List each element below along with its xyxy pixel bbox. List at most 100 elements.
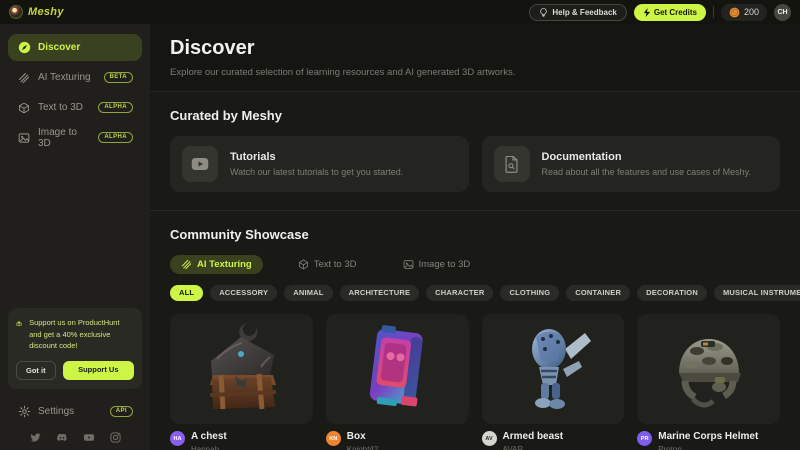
api-badge: API [110, 406, 133, 417]
artwork-armed-beast-image [482, 314, 625, 424]
sidebar-item-label: AI Texturing [38, 72, 91, 83]
sidebar: Discover AI Texturing BETA Text to 3D AL… [0, 24, 150, 450]
main-content: Discover Explore our curated selection o… [150, 24, 800, 450]
showcase-item-armed-beast[interactable]: AV Armed beast AVAR [482, 314, 625, 450]
artwork-author: Proton [658, 445, 758, 450]
artwork-helmet-image [637, 314, 780, 424]
filter-container[interactable]: CONTAINER [566, 285, 630, 301]
showcase-tabs: AI Texturing Text to 3D Image to 3D [170, 255, 780, 274]
artwork-author: Hannah [191, 445, 227, 450]
discord-icon[interactable] [56, 432, 68, 443]
author-avatar[interactable]: AV [482, 431, 497, 446]
artwork-author: AVAR [503, 445, 564, 450]
texture-brush-icon [17, 71, 31, 85]
page-header: Discover Explore our curated selection o… [150, 24, 800, 92]
curated-section: Curated by Meshy Tutorials Watch our lat… [150, 92, 800, 192]
credits-balance[interactable]: 200 [721, 4, 767, 21]
play-icon [182, 146, 218, 182]
got-it-button[interactable]: Got it [16, 361, 56, 380]
filter-character[interactable]: CHARACTER [426, 285, 493, 301]
gift-icon [16, 317, 22, 330]
alpha-badge: ALPHA [98, 102, 133, 113]
alpha-badge: ALPHA [98, 132, 133, 143]
documentation-card[interactable]: Documentation Read about all the feature… [482, 136, 781, 192]
credits-count: 200 [744, 7, 759, 17]
artwork-author: Knight42 [347, 445, 379, 450]
artwork-title: Box [347, 431, 379, 443]
promo-text: Support us on ProductHunt and get a 40% … [29, 317, 134, 352]
lightbulb-icon [539, 8, 548, 17]
sidebar-item-text-to-3d[interactable]: Text to 3D ALPHA [8, 94, 142, 121]
artwork-title: Armed beast [503, 431, 564, 443]
coin-icon [729, 7, 740, 18]
cube-icon [17, 101, 31, 115]
filter-architecture[interactable]: ARCHITECTURE [340, 285, 420, 301]
tab-label: Text to 3D [314, 259, 357, 270]
topbar-divider [713, 6, 714, 18]
sidebar-item-ai-texturing[interactable]: AI Texturing BETA [8, 64, 142, 91]
showcase-section: Community Showcase AI Texturing Text to … [150, 210, 800, 450]
meshy-logo-icon [9, 5, 23, 19]
filter-decoration[interactable]: DECORATION [637, 285, 707, 301]
tab-label: Image to 3D [419, 259, 471, 270]
sidebar-item-label: Discover [38, 42, 80, 53]
tutorials-card[interactable]: Tutorials Watch our latest tutorials to … [170, 136, 469, 192]
author-avatar[interactable]: HA [170, 431, 185, 446]
tab-ai-texturing[interactable]: AI Texturing [170, 255, 263, 274]
artwork-chest-image [170, 314, 313, 424]
sidebar-item-label: Text to 3D [38, 102, 83, 113]
tab-image-to-3d[interactable]: Image to 3D [392, 255, 482, 274]
page-title: Discover [170, 37, 780, 60]
showcase-heading: Community Showcase [170, 227, 780, 242]
filter-animal[interactable]: ANIMAL [284, 285, 332, 301]
top-bar: Meshy Help & Feedback Get Credits 200 CH [0, 0, 800, 24]
help-feedback-button[interactable]: Help & Feedback [529, 4, 626, 21]
image-icon [17, 131, 31, 145]
filter-musical-instrument[interactable]: MUSICAL INSTRUMENT [714, 285, 800, 301]
showcase-item-box[interactable]: KN Box Knight42 [326, 314, 469, 450]
showcase-item-chest[interactable]: HA A chest Hannah [170, 314, 313, 450]
tab-text-to-3d[interactable]: Text to 3D [287, 255, 368, 274]
filter-all[interactable]: ALL [170, 285, 203, 301]
support-us-button[interactable]: Support Us [63, 361, 134, 380]
beta-badge: BETA [104, 72, 134, 83]
category-filters: ALL ACCESSORY ANIMAL ARCHITECTURE CHARAC… [170, 285, 780, 301]
artwork-title: Marine Corps Helmet [658, 431, 758, 443]
gear-icon [17, 404, 31, 418]
texture-brush-icon [181, 259, 192, 270]
showcase-item-helmet[interactable]: PR Marine Corps Helmet Proton [637, 314, 780, 450]
settings-label: Settings [38, 406, 74, 417]
brand-name: Meshy [28, 6, 64, 18]
filter-clothing[interactable]: CLOTHING [500, 285, 559, 301]
instagram-icon[interactable] [110, 432, 121, 443]
showcase-grid: HA A chest Hannah [170, 314, 780, 450]
documentation-description: Read about all the features and use case… [542, 167, 751, 177]
document-icon [494, 146, 530, 182]
compass-icon [17, 41, 31, 55]
sidebar-item-discover[interactable]: Discover [8, 34, 142, 61]
brand[interactable]: Meshy [9, 5, 64, 19]
curated-heading: Curated by Meshy [170, 108, 780, 123]
help-feedback-label: Help & Feedback [552, 8, 616, 17]
support-promo-card: Support us on ProductHunt and get a 40% … [8, 308, 142, 389]
social-links [8, 425, 142, 446]
author-avatar[interactable]: PR [637, 431, 652, 446]
filter-accessory[interactable]: ACCESSORY [210, 285, 277, 301]
sidebar-item-settings[interactable]: Settings API [8, 397, 142, 425]
artwork-title: A chest [191, 431, 227, 443]
tab-label: AI Texturing [197, 259, 252, 270]
artwork-box-image [326, 314, 469, 424]
image-icon [403, 259, 414, 270]
author-avatar[interactable]: KN [326, 431, 341, 446]
twitter-icon[interactable] [30, 432, 41, 443]
documentation-title: Documentation [542, 151, 751, 163]
user-avatar[interactable]: CH [774, 4, 791, 21]
sidebar-item-label: Image to 3D [38, 127, 91, 149]
youtube-icon[interactable] [83, 432, 95, 443]
page-subtitle: Explore our curated selection of learnin… [170, 67, 780, 78]
cube-icon [298, 259, 309, 270]
tutorials-title: Tutorials [230, 151, 403, 163]
sidebar-item-image-to-3d[interactable]: Image to 3D ALPHA [8, 124, 142, 151]
get-credits-button[interactable]: Get Credits [634, 4, 706, 21]
lightning-icon [643, 8, 651, 17]
